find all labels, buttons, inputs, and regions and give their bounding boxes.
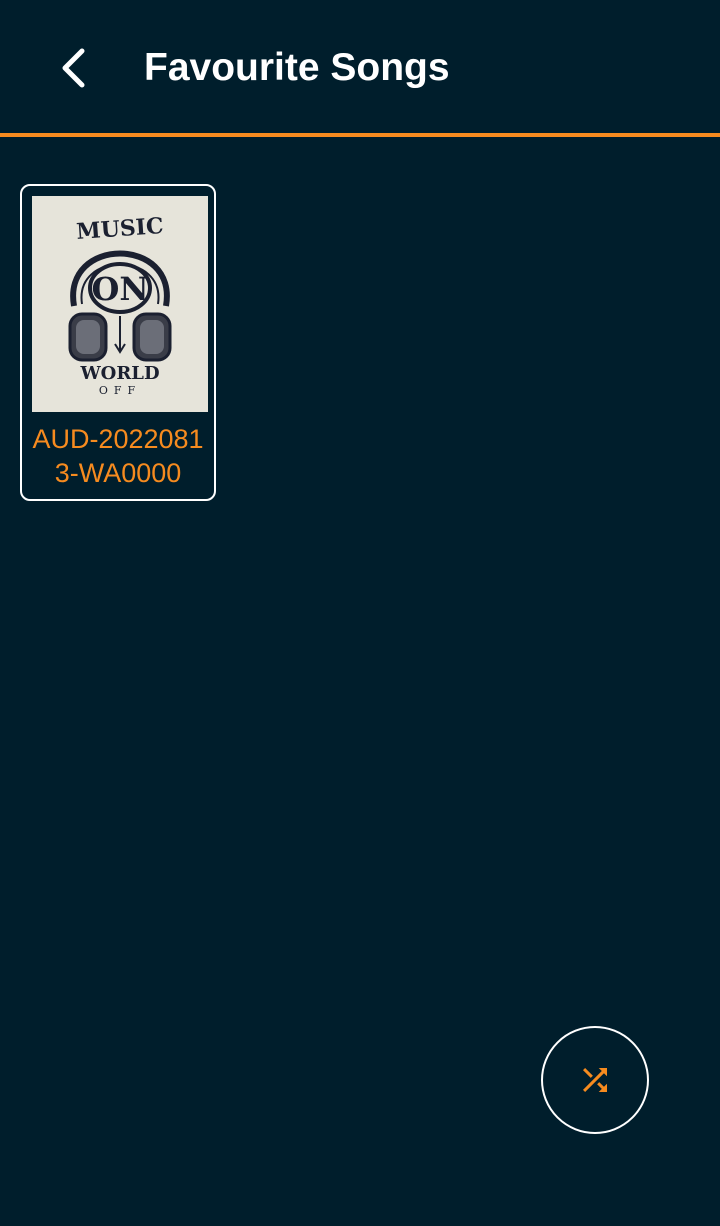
- shuffle-button[interactable]: [541, 1026, 649, 1134]
- song-title: AUD-20220813-WA0000: [32, 424, 204, 488]
- cover-top-text: MUSIC: [76, 213, 165, 245]
- back-button[interactable]: [48, 38, 98, 98]
- cover-center-text: ON: [91, 270, 148, 308]
- cover-bottom-text: WORLD: [79, 363, 159, 384]
- cover-bottom-sub-text: OFF: [99, 384, 141, 397]
- app-bar: Favourite Songs: [0, 0, 720, 137]
- shuffle-icon: [583, 1068, 607, 1092]
- album-cover: MUSIC ON WORLD OFF: [32, 196, 208, 412]
- song-card[interactable]: MUSIC ON WORLD OFF AUD-20220813-WA0000: [20, 184, 216, 501]
- headphones-art: MUSIC ON WORLD OFF: [68, 213, 172, 397]
- chevron-left-icon: [62, 48, 85, 88]
- page-title: Favourite Songs: [144, 46, 450, 89]
